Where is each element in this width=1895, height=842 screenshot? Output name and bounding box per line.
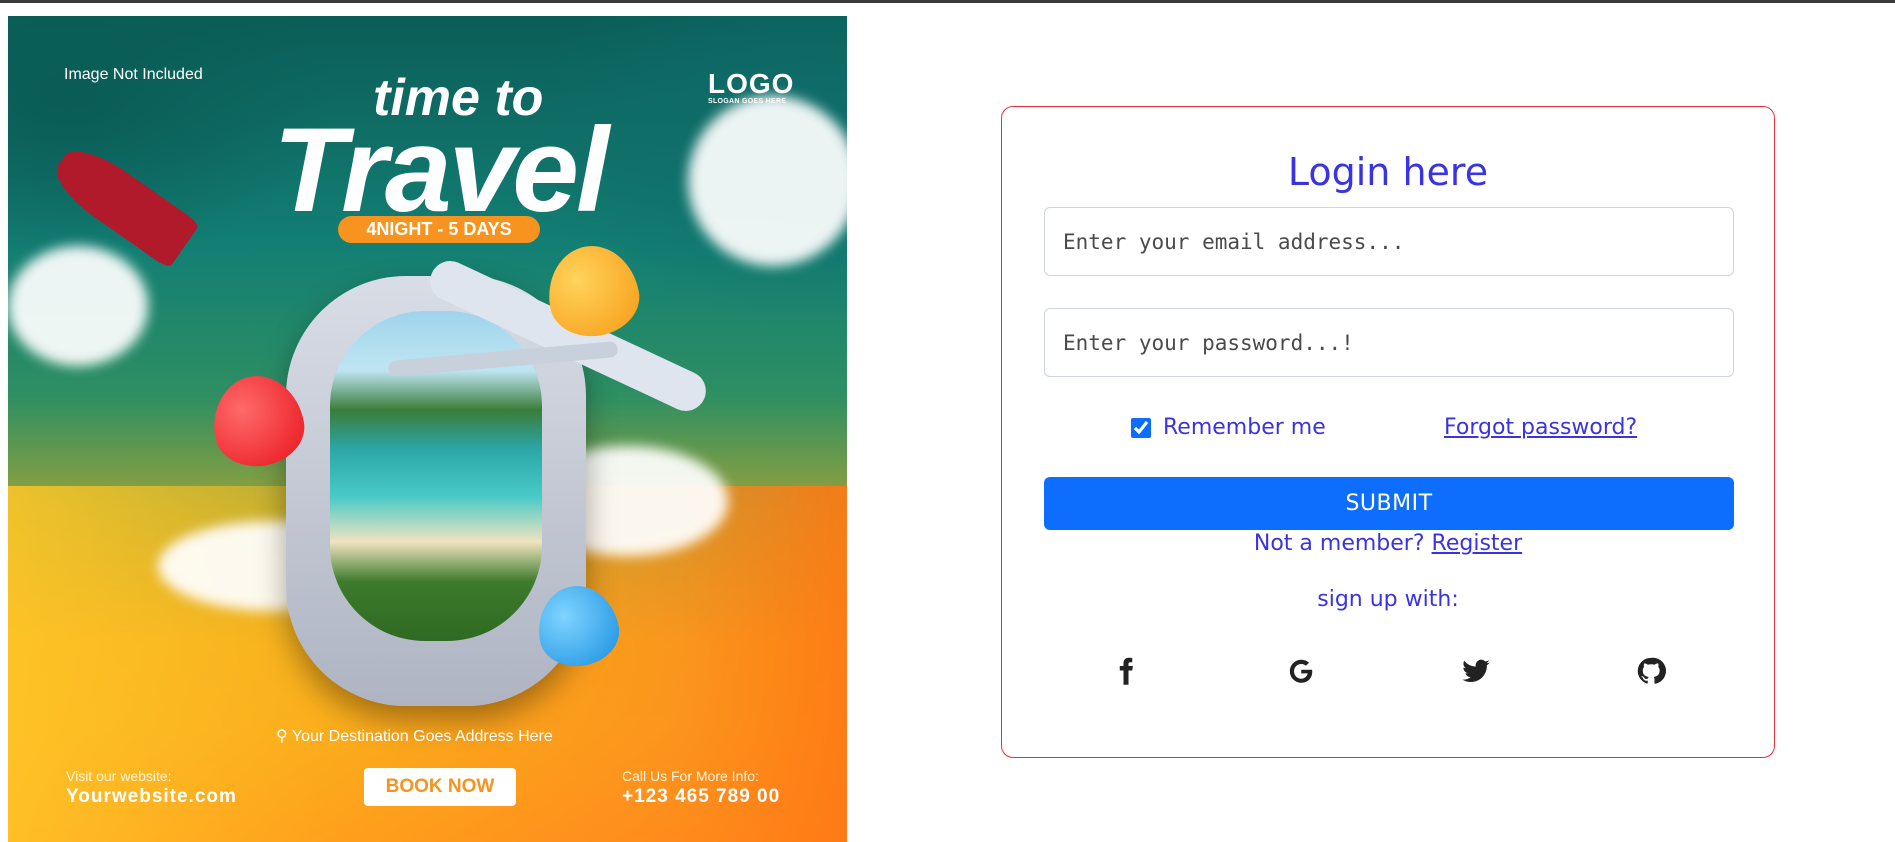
website-label: Visit our website: <box>66 768 172 784</box>
website-value: Yourwebsite.com <box>66 786 237 807</box>
signup-with-label: sign up with: <box>1317 587 1459 612</box>
top-border <box>0 0 1895 3</box>
image-not-included-label: Image Not Included <box>64 66 203 83</box>
register-prompt: Not a member? Register <box>1002 531 1774 556</box>
github-icon[interactable] <box>1633 653 1669 689</box>
travel-poster-image: Image Not Included LOGO SLOGAN GOES HERE… <box>8 16 847 842</box>
map-pin-icon: ⚲ <box>276 728 288 745</box>
remember-me-label: Remember me <box>1163 415 1326 440</box>
facebook-icon[interactable] <box>1108 653 1144 689</box>
call-label: Call Us For More Info: <box>622 768 759 784</box>
twitter-icon[interactable] <box>1458 653 1494 689</box>
cloud-shape <box>8 246 148 366</box>
submit-button[interactable]: SUBMIT <box>1044 477 1734 530</box>
password-input[interactable] <box>1044 308 1734 377</box>
register-link[interactable]: Register <box>1432 531 1523 556</box>
login-title: Login here <box>1287 150 1489 194</box>
poster-logo: LOGO <box>708 68 795 99</box>
email-input[interactable] <box>1044 207 1734 276</box>
remember-me[interactable]: Remember me <box>1131 415 1326 440</box>
google-icon[interactable] <box>1283 653 1319 689</box>
duration-badge: 4NIGHT - 5 DAYS <box>338 216 540 243</box>
poster-logo-slogan: SLOGAN GOES HERE <box>708 98 787 105</box>
book-now-badge: BOOK NOW <box>364 768 516 806</box>
login-card: Login here Remember me Forgot password? … <box>1001 106 1775 758</box>
phone-value: +123 465 789 00 <box>622 786 781 807</box>
forgot-password-link[interactable]: Forgot password? <box>1444 415 1637 440</box>
cloud-shape <box>688 96 847 266</box>
remember-me-checkbox[interactable] <box>1131 417 1151 438</box>
not-member-text: Not a member? <box>1253 531 1425 556</box>
destination-line: ⚲ Your Destination Goes Address Here <box>276 726 553 746</box>
destination-text: Your Destination Goes Address Here <box>291 728 553 745</box>
